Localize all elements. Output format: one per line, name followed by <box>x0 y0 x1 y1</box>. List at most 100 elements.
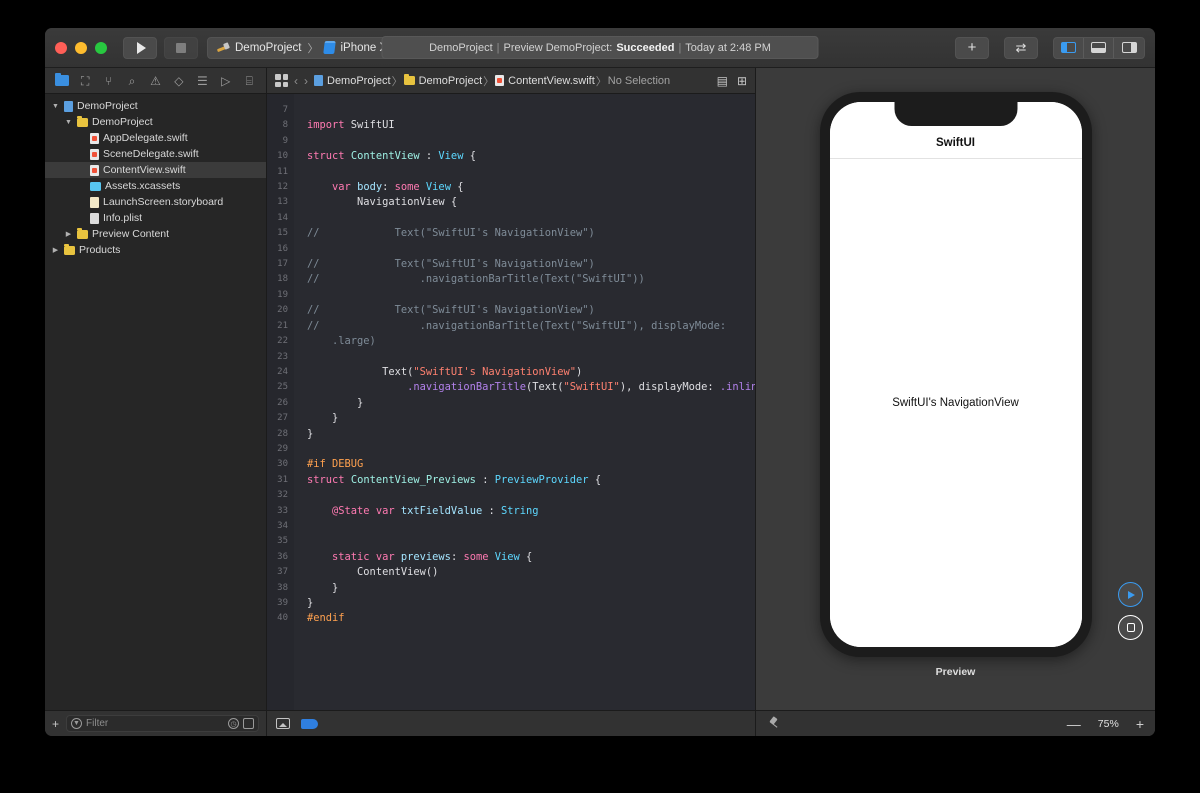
minimap-toggle-icon[interactable]: ▤ <box>717 75 728 87</box>
file-tree-row[interactable]: LaunchScreen.storyboard <box>45 194 266 210</box>
toggle-navigator-button[interactable] <box>1054 37 1084 58</box>
code-line[interactable]: } <box>307 427 755 442</box>
navigator-tab-project-navigator[interactable] <box>50 68 73 93</box>
disclosure-triangle[interactable]: ▼ <box>64 119 73 126</box>
right-panel-icon <box>1121 42 1137 53</box>
code-line[interactable]: struct ContentView : View { <box>307 149 755 164</box>
scheme-selector[interactable]: DemoProject 〉 iPhone Xʀ <box>207 36 404 59</box>
code-line[interactable] <box>307 103 755 118</box>
breadcrumb-item[interactable]: DemoProject <box>314 75 391 87</box>
navigate-back-button[interactable]: ‹ <box>294 74 298 88</box>
navigator-tab-symbol-navigator[interactable]: ⑂ <box>97 68 120 93</box>
recent-files-icon[interactable]: ◷ <box>228 718 239 729</box>
navigator-tab-debug-navigator[interactable]: ☰ <box>191 68 214 93</box>
file-tree-row[interactable]: ▶ Preview Content <box>45 226 266 242</box>
code-line[interactable] <box>307 165 755 180</box>
code-line[interactable]: import SwiftUI <box>307 118 755 133</box>
navigator-tab-source-control-navigator[interactable]: ⛶ <box>73 68 96 93</box>
code-line[interactable] <box>307 134 755 149</box>
code-line[interactable] <box>307 442 755 457</box>
device-preview-frame[interactable]: SwiftUI SwiftUI's NavigationView <box>819 92 1092 657</box>
source-code-text[interactable]: import SwiftUI struct ContentView : View… <box>294 94 755 710</box>
code-line[interactable]: Text("SwiftUI's NavigationView") <box>307 365 755 380</box>
related-items-icon[interactable] <box>275 74 288 87</box>
code-line[interactable]: // .navigationBarTitle(Text("SwiftUI")) <box>307 272 755 287</box>
code-line[interactable]: } <box>307 396 755 411</box>
breadcrumb-item[interactable]: No Selection <box>608 75 670 87</box>
code-line[interactable] <box>307 350 755 365</box>
editor-options-icon[interactable]: ⊞ <box>737 75 747 87</box>
code-area[interactable]: 7 8 9 10 11 12 13 14 15 16 17 18 19 20 21 22 23 24 25 26 27 2… <box>267 94 755 710</box>
file-tree-row[interactable]: ContentView.swift <box>45 162 266 178</box>
file-tree-row[interactable]: SceneDelegate.swift <box>45 146 266 162</box>
code-line[interactable]: .navigationBarTitle(Text("SwiftUI"), dis… <box>307 380 755 395</box>
minimize-window-button[interactable] <box>75 41 87 54</box>
toggle-editor-layout-button[interactable]: ⇄ <box>1004 36 1038 59</box>
disclosure-triangle[interactable]: ▼ <box>51 103 60 110</box>
code-line[interactable]: } <box>307 581 755 596</box>
code-line[interactable]: // Text("SwiftUI's NavigationView") <box>307 257 755 272</box>
navigator-tab-issue-navigator[interactable]: ⚠ <box>144 68 167 93</box>
code-line[interactable]: struct ContentView_Previews : PreviewPro… <box>307 473 755 488</box>
zoom-in-button[interactable]: + <box>1136 717 1144 731</box>
activity-status-bar[interactable]: DemoProject | Preview DemoProject: Succe… <box>381 36 819 59</box>
filter-placeholder-text: Filter <box>86 718 109 729</box>
stop-button[interactable] <box>164 36 198 59</box>
navigator-tab-breakpoint-navigator[interactable]: ▷ <box>214 68 237 93</box>
live-preview-button[interactable] <box>1118 582 1143 607</box>
code-line[interactable]: #endif <box>307 611 755 626</box>
code-line[interactable] <box>307 288 755 303</box>
code-line[interactable]: } <box>307 596 755 611</box>
navigator-tab-find-navigator[interactable]: ⌕ <box>120 68 143 93</box>
code-line[interactable] <box>307 534 755 549</box>
code-line[interactable]: ContentView() <box>307 565 755 580</box>
code-line[interactable]: .large) <box>307 334 755 349</box>
zoom-out-button[interactable]: — <box>1067 717 1081 731</box>
toggle-debug-area-button[interactable] <box>1084 37 1114 58</box>
navigate-forward-button[interactable]: › <box>304 74 308 88</box>
add-file-button[interactable]: + <box>52 718 59 730</box>
project-file-tree[interactable]: ▼ DemoProject ▼ DemoProject AppDelegate.swif… <box>45 94 266 710</box>
code-line[interactable]: @State var txtFieldValue : String <box>307 504 755 519</box>
file-tree-row[interactable]: AppDelegate.swift <box>45 130 266 146</box>
code-line[interactable] <box>307 519 755 534</box>
breakpoint-toggle-icon[interactable] <box>301 718 318 729</box>
run-button[interactable] <box>123 36 157 59</box>
code-line[interactable] <box>307 242 755 257</box>
breadcrumb-item[interactable]: DemoProject <box>403 74 482 87</box>
close-window-button[interactable] <box>55 41 67 54</box>
breadcrumb-item[interactable]: ContentView.swift <box>495 75 595 87</box>
code-line[interactable] <box>307 627 755 642</box>
code-line[interactable]: // Text("SwiftUI's NavigationView") <box>307 226 755 241</box>
disclosure-triangle[interactable]: ▶ <box>64 230 73 238</box>
filter-field[interactable]: ▼ Filter ◷ <box>66 715 259 732</box>
line-number: 29 <box>277 443 288 454</box>
canvas-toggle-icon[interactable] <box>276 718 290 729</box>
maximize-window-button[interactable] <box>95 41 107 54</box>
navigator-tab-test-navigator[interactable]: ◇ <box>167 68 190 93</box>
file-tree-row[interactable]: ▼ DemoProject <box>45 98 266 114</box>
inspect-preview-button[interactable] <box>1118 615 1143 640</box>
code-line[interactable]: } <box>307 411 755 426</box>
code-line[interactable]: static var previews: some View { <box>307 550 755 565</box>
disclosure-triangle[interactable]: ▶ <box>51 246 60 254</box>
line-number: 31 <box>277 474 288 485</box>
toggle-inspector-button[interactable] <box>1114 38 1144 58</box>
code-line[interactable]: // .navigationBarTitle(Text("SwiftUI"), … <box>307 319 755 334</box>
file-tree-row[interactable]: Info.plist <box>45 210 266 226</box>
code-line[interactable]: var body: some View { <box>307 180 755 195</box>
file-tree-row[interactable]: ▶ Products <box>45 242 266 258</box>
code-line[interactable] <box>307 211 755 226</box>
code-line[interactable]: #if DEBUG <box>307 457 755 472</box>
source-control-filter-icon[interactable] <box>243 718 254 729</box>
project-icon <box>314 75 323 86</box>
code-line[interactable] <box>307 488 755 503</box>
file-tree-row[interactable]: ▼ DemoProject <box>45 114 266 130</box>
plus-icon: + <box>967 39 977 56</box>
pin-icon[interactable] <box>767 717 780 730</box>
add-editor-button[interactable]: + <box>955 36 989 59</box>
code-line[interactable]: // Text("SwiftUI's NavigationView") <box>307 303 755 318</box>
file-tree-row[interactable]: Assets.xcassets <box>45 178 266 194</box>
code-line[interactable]: NavigationView { <box>307 195 755 210</box>
navigator-tab-report-navigator[interactable]: ⌸ <box>238 68 261 93</box>
